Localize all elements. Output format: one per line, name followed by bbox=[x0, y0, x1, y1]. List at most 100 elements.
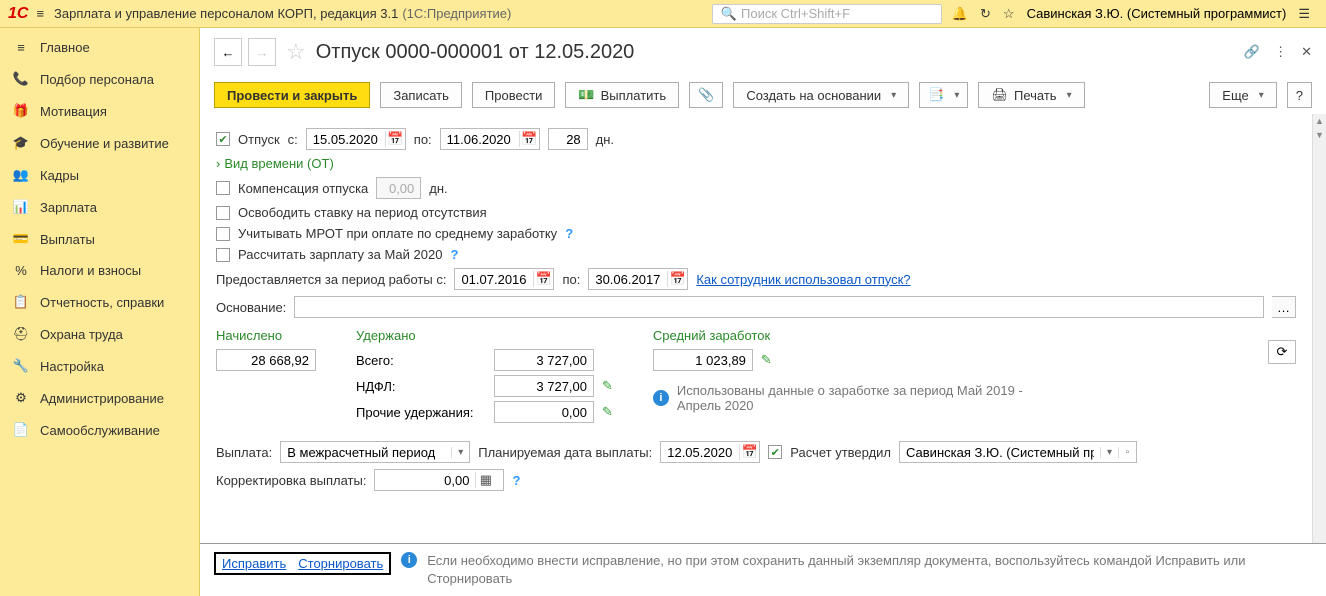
calendar-icon[interactable]: 📅 bbox=[739, 444, 759, 460]
sidebar-item-motivation[interactable]: 🎁Мотивация bbox=[0, 95, 199, 127]
ndfl-input[interactable] bbox=[494, 375, 594, 397]
sidebar-item-hr[interactable]: 👥Кадры bbox=[0, 159, 199, 191]
reason-input[interactable] bbox=[294, 296, 1264, 318]
scroll-down-icon[interactable]: ▼ bbox=[1313, 128, 1326, 142]
sidebar-item-recruit[interactable]: 📞Подбор персонала bbox=[0, 63, 199, 95]
hamburger-icon[interactable]: ≡ bbox=[36, 6, 44, 21]
period-from-field[interactable] bbox=[455, 272, 533, 287]
save-button[interactable]: Записать bbox=[380, 82, 462, 108]
create-based-button[interactable]: Создать на основании bbox=[733, 82, 909, 108]
sidebar-item-salary[interactable]: 📊Зарплата bbox=[0, 191, 199, 223]
date-from-input[interactable]: 📅 bbox=[306, 128, 406, 150]
ndfl-label: НДФЛ: bbox=[356, 379, 486, 394]
correction-input[interactable]: ▦ bbox=[374, 469, 504, 491]
planned-date-field[interactable] bbox=[661, 445, 739, 460]
period-to-input[interactable]: 📅 bbox=[588, 268, 688, 290]
post-button[interactable]: Провести bbox=[472, 82, 556, 108]
help-button[interactable]: ? bbox=[1287, 82, 1312, 108]
sidebar-item-label: Мотивация bbox=[40, 104, 107, 119]
approved-by-select[interactable]: ▾▫ bbox=[899, 441, 1137, 463]
calendar-icon[interactable]: 📅 bbox=[667, 271, 687, 287]
chevron-right-icon: › bbox=[216, 156, 220, 171]
sidebar-item-safety[interactable]: ⛑Охрана труда bbox=[0, 318, 199, 350]
post-and-close-button[interactable]: Провести и закрыть bbox=[214, 82, 370, 108]
help-icon[interactable]: ? bbox=[512, 473, 520, 488]
vacation-usage-link[interactable]: Как сотрудник использовал отпуск? bbox=[696, 272, 910, 287]
compensation-checkbox[interactable] bbox=[216, 181, 230, 195]
help-icon[interactable]: ? bbox=[450, 247, 458, 262]
calendar-icon[interactable]: 📅 bbox=[519, 131, 539, 147]
star-icon[interactable]: ☆ bbox=[1003, 6, 1015, 22]
favorite-star-icon[interactable]: ☆ bbox=[286, 39, 306, 65]
sidebar-item-settings[interactable]: 🔧Настройка bbox=[0, 350, 199, 382]
refresh-button[interactable]: ⟳ bbox=[1268, 340, 1296, 364]
sidebar-item-taxes[interactable]: %Налоги и взносы bbox=[0, 255, 199, 286]
payment-mode-select[interactable]: ▾ bbox=[280, 441, 470, 463]
printer-icon: 🖨 bbox=[991, 87, 1008, 103]
payment-mode-field[interactable] bbox=[281, 445, 451, 460]
correction-field[interactable] bbox=[375, 473, 475, 488]
phone-icon: 📞 bbox=[12, 71, 30, 87]
scroll-up-icon[interactable]: ▲ bbox=[1313, 114, 1326, 128]
other-ded-input[interactable] bbox=[494, 401, 594, 423]
mrot-checkbox[interactable] bbox=[216, 227, 230, 241]
approved-by-field[interactable] bbox=[900, 445, 1100, 460]
open-icon[interactable]: ▫ bbox=[1118, 447, 1136, 458]
date-to-field[interactable] bbox=[441, 132, 519, 147]
history-icon[interactable]: ↻ bbox=[980, 6, 991, 22]
period-to-field[interactable] bbox=[589, 272, 667, 287]
print-button[interactable]: 🖨Печать bbox=[978, 82, 1084, 108]
free-rate-checkbox[interactable] bbox=[216, 206, 230, 220]
copy-button[interactable]: 📑 bbox=[919, 82, 968, 108]
avg-input[interactable] bbox=[653, 349, 753, 371]
days-label: дн. bbox=[596, 132, 614, 147]
calc-salary-checkbox[interactable] bbox=[216, 248, 230, 262]
calc-icon[interactable]: ▦ bbox=[475, 472, 495, 488]
attach-button[interactable]: 📎 bbox=[689, 82, 723, 108]
sidebar-item-label: Главное bbox=[40, 40, 90, 55]
vacation-checkbox[interactable] bbox=[216, 132, 230, 146]
forward-button[interactable]: → bbox=[248, 38, 276, 66]
time-type-expander[interactable]: ›Вид времени (ОТ) bbox=[216, 156, 1296, 171]
search-input[interactable]: 🔍 Поиск Ctrl+Shift+F bbox=[712, 4, 942, 24]
sidebar-item-main[interactable]: ≡Главное bbox=[0, 32, 199, 63]
approved-checkbox[interactable] bbox=[768, 445, 782, 459]
footer-info-text: Если необходимо внести исправление, но п… bbox=[427, 552, 1312, 588]
reason-picker-button[interactable]: … bbox=[1272, 296, 1296, 318]
link-icon[interactable]: 🔗 bbox=[1244, 44, 1260, 60]
period-from-input[interactable]: 📅 bbox=[454, 268, 554, 290]
sidebar-item-self[interactable]: 📄Самообслуживание bbox=[0, 414, 199, 446]
date-from-field[interactable] bbox=[307, 132, 385, 147]
more-button[interactable]: Еще bbox=[1209, 82, 1276, 108]
menu-icon[interactable]: ☰ bbox=[1298, 6, 1310, 22]
close-icon[interactable]: ✕ bbox=[1301, 44, 1312, 60]
payment-label: Выплата: bbox=[216, 445, 272, 460]
sidebar-item-label: Кадры bbox=[40, 168, 79, 183]
planned-date-input[interactable]: 📅 bbox=[660, 441, 760, 463]
sidebar-item-reports[interactable]: 📋Отчетность, справки bbox=[0, 286, 199, 318]
sidebar-item-education[interactable]: 🎓Обучение и развитие bbox=[0, 127, 199, 159]
days-input[interactable] bbox=[548, 128, 588, 150]
pencil-icon[interactable]: ✎ bbox=[761, 352, 772, 368]
pay-button[interactable]: 💵Выплатить bbox=[565, 82, 679, 108]
sidebar-item-admin[interactable]: ⚙Администрирование bbox=[0, 382, 199, 414]
chevron-down-icon[interactable]: ▾ bbox=[1100, 447, 1118, 458]
date-to-input[interactable]: 📅 bbox=[440, 128, 540, 150]
calendar-icon[interactable]: 📅 bbox=[533, 271, 553, 287]
back-button[interactable]: ← bbox=[214, 38, 242, 66]
vertical-scrollbar[interactable]: ▲ ▼ bbox=[1312, 114, 1326, 543]
sidebar-item-label: Обучение и развитие bbox=[40, 136, 169, 151]
chevron-down-icon[interactable]: ▾ bbox=[451, 447, 469, 458]
pencil-icon[interactable]: ✎ bbox=[602, 404, 613, 420]
calendar-icon[interactable]: 📅 bbox=[385, 131, 405, 147]
bell-icon[interactable]: 🔔 bbox=[952, 6, 968, 22]
sidebar-item-payments[interactable]: 💳Выплаты bbox=[0, 223, 199, 255]
help-icon[interactable]: ? bbox=[565, 226, 573, 241]
pencil-icon[interactable]: ✎ bbox=[602, 378, 613, 394]
user-name[interactable]: Савинская З.Ю. (Системный программист) bbox=[1027, 6, 1287, 21]
kebab-icon[interactable]: ⋮ bbox=[1274, 44, 1287, 60]
accrued-input[interactable] bbox=[216, 349, 316, 371]
total-input[interactable] bbox=[494, 349, 594, 371]
reverse-link[interactable]: Сторнировать bbox=[298, 556, 383, 571]
fix-link[interactable]: Исправить bbox=[222, 556, 286, 571]
